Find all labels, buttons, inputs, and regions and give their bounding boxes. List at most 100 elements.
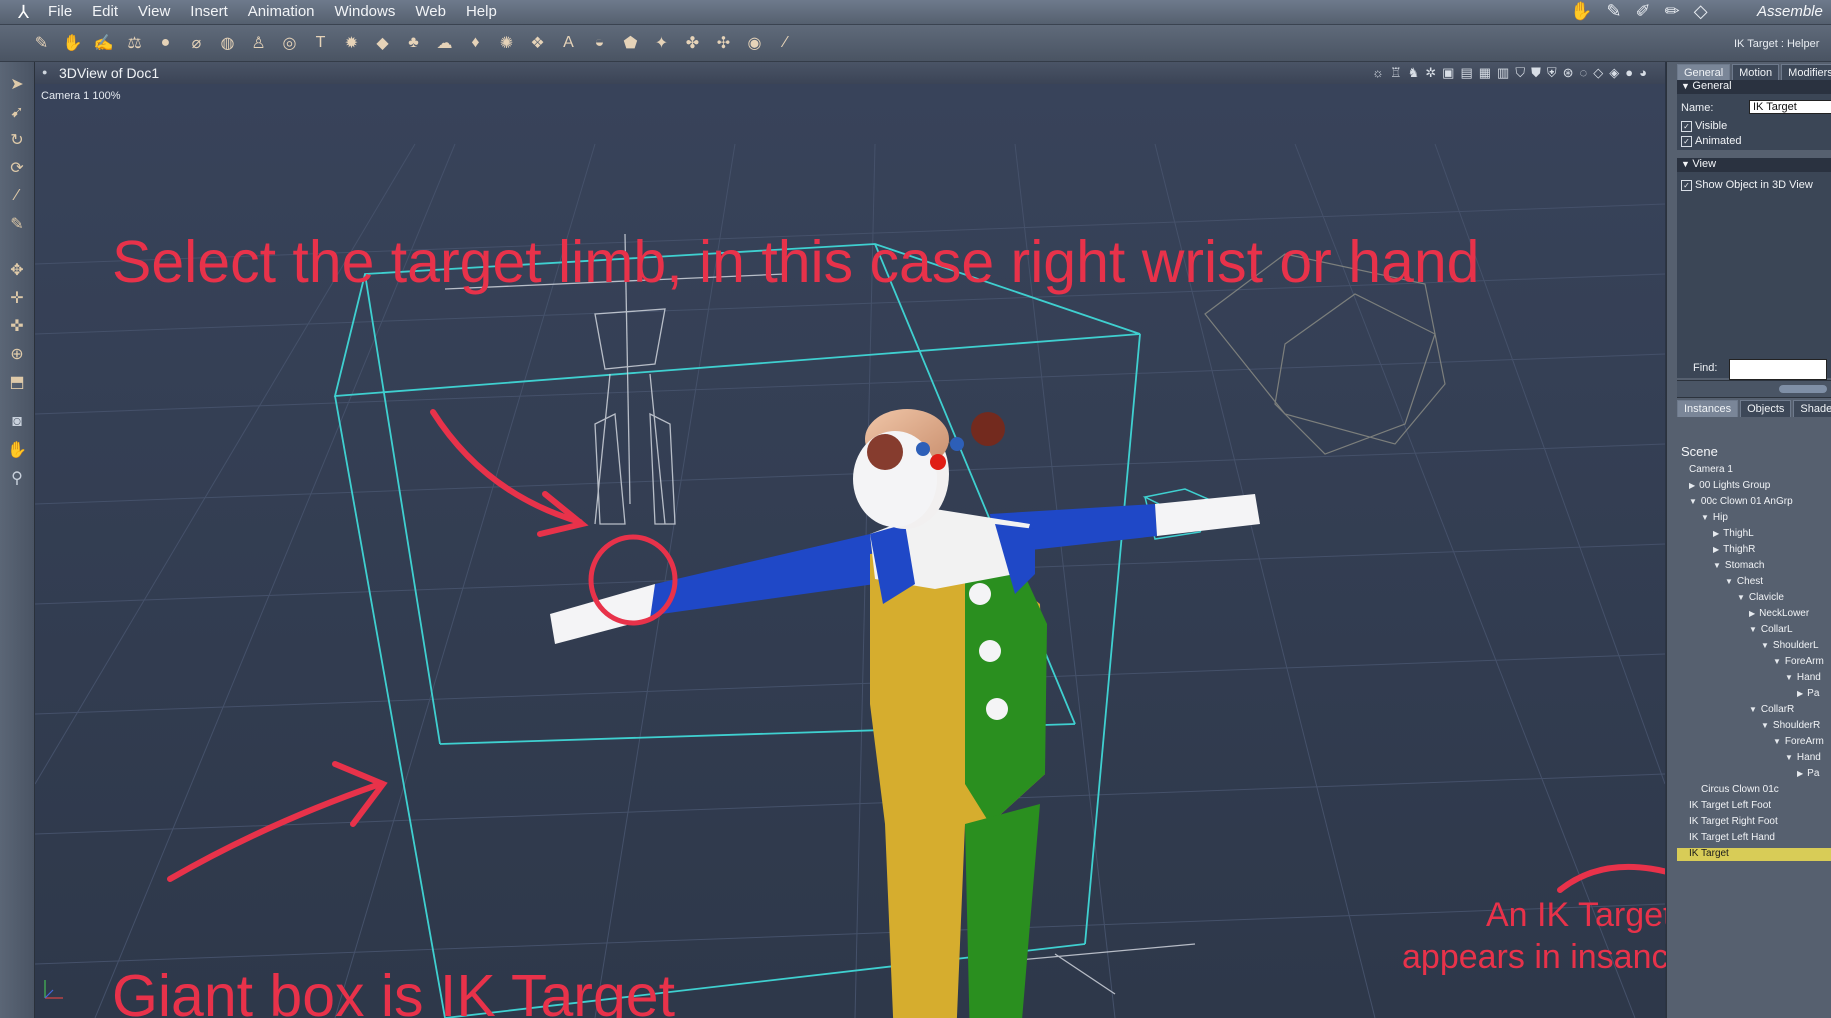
camera-icon[interactable]: ◙ <box>5 410 29 434</box>
menu-animation[interactable]: Animation <box>248 3 315 20</box>
mesh-icon[interactable]: ✺ <box>495 31 518 54</box>
expanded-triangle-icon[interactable]: ▼ <box>1701 513 1709 522</box>
tree-item[interactable]: ▶ ThighR <box>1677 544 1831 557</box>
expanded-triangle-icon[interactable]: ▼ <box>1737 593 1745 602</box>
globe-icon[interactable]: ◍ <box>216 31 239 54</box>
bowl-icon[interactable]: ◒ <box>588 31 611 54</box>
expanded-triangle-icon[interactable]: ▼ <box>1785 673 1793 682</box>
menu-windows[interactable]: Windows <box>335 3 396 20</box>
find-input[interactable] <box>1729 359 1827 380</box>
shield1-icon[interactable]: ⛉ <box>1515 65 1525 81</box>
pan-hand-icon[interactable]: ✋ <box>5 438 29 462</box>
tree-item[interactable]: ▶ Pa <box>1677 688 1831 701</box>
tree-item[interactable]: ▼ Hand <box>1677 752 1831 765</box>
box-tool-icon[interactable]: ⬒ <box>5 370 29 394</box>
visible-checkbox[interactable]: ✓ Visible <box>1681 120 1727 132</box>
bend-icon[interactable]: ⁄ <box>5 184 29 208</box>
move-icon[interactable]: ✥ <box>5 258 29 282</box>
animated-checkbox[interactable]: ✓ Animated <box>1681 135 1741 147</box>
tree-item[interactable]: ▶ Pa <box>1677 768 1831 781</box>
cloud-icon[interactable]: ☁ <box>433 31 456 54</box>
rotate-icon[interactable]: ↻ <box>5 128 29 152</box>
sphere-icon[interactable]: ● <box>154 31 177 54</box>
menu-view[interactable]: View <box>138 3 170 20</box>
3d-scene[interactable] <box>35 84 1665 1018</box>
shield3-icon[interactable]: ⛨ <box>1547 65 1557 81</box>
wire-cube-icon[interactable]: ◇ <box>1593 65 1603 81</box>
scale-icon[interactable]: ⚖ <box>123 31 146 54</box>
render-icon[interactable]: ✲ <box>1425 65 1436 81</box>
tree-item[interactable]: Camera 1 <box>1677 464 1831 477</box>
bones-icon[interactable]: ✣ <box>712 31 735 54</box>
splitter-grip[interactable] <box>1779 385 1827 393</box>
tree-item[interactable]: ▼ CollarR <box>1677 704 1831 717</box>
tree-item[interactable]: ▼ Hand <box>1677 672 1831 685</box>
brush-icon[interactable]: ✎ <box>30 31 53 54</box>
tree-item[interactable]: IK Target Left Hand <box>1677 832 1831 845</box>
expanded-triangle-icon[interactable]: ▼ <box>1725 577 1733 586</box>
tab-instances[interactable]: Instances <box>1677 400 1739 417</box>
tree-item[interactable]: ▼ ShoulderR <box>1677 720 1831 733</box>
move-xy-icon[interactable]: ✛ <box>5 286 29 310</box>
light-icon[interactable]: ☼ <box>1372 65 1384 81</box>
menu-edit[interactable]: Edit <box>92 3 118 20</box>
agi-icon[interactable]: A <box>557 31 580 54</box>
studio-room-icon[interactable]: ✎ <box>1606 1 1621 22</box>
tab-general[interactable]: General <box>1677 64 1731 81</box>
3d-viewport[interactable]: ● 3DView of Doc1 ☼ ♖ ♞ ✲ ▣ ▤ ▦ ▥ ⛉ ⛊ ⛨ ⊛… <box>35 62 1665 1018</box>
select-bone-icon[interactable]: ➹ <box>5 100 29 124</box>
expanded-triangle-icon[interactable]: ▼ <box>1761 641 1769 650</box>
viewport-menu-dot-icon[interactable]: ● <box>42 67 47 77</box>
box-room-icon[interactable]: ◇ <box>1694 1 1708 22</box>
expanded-triangle-icon[interactable]: ▼ <box>1773 657 1781 666</box>
move-xz-icon[interactable]: ✜ <box>5 314 29 338</box>
menu-web[interactable]: Web <box>415 3 446 20</box>
tree-item[interactable]: Circus Clown 01c <box>1677 784 1831 797</box>
lamp-icon[interactable]: ♖ <box>1390 65 1402 81</box>
show-object-checkbox[interactable]: ✓ Show Object in 3D View <box>1681 179 1813 191</box>
expanded-triangle-icon[interactable]: ▼ <box>1749 625 1757 634</box>
textured-sphere-icon[interactable]: ◕ <box>1639 65 1647 81</box>
tree-item[interactable]: ▼ 00c Clown 01 AnGrp <box>1677 496 1831 509</box>
plant-icon[interactable]: ✤ <box>681 31 704 54</box>
tree-item[interactable]: ▼ ForeArm <box>1677 656 1831 669</box>
tree-item[interactable]: IK Target Right Foot <box>1677 816 1831 829</box>
hand-room-icon[interactable]: ✋ <box>1570 1 1592 22</box>
expanded-triangle-icon[interactable]: ▼ <box>1713 561 1721 570</box>
collapsed-triangle-icon[interactable]: ▶ <box>1713 545 1719 554</box>
tab-motion[interactable]: Motion <box>1732 64 1780 81</box>
tree-item[interactable]: ▶ ThighL <box>1677 528 1831 541</box>
gear-icon[interactable]: ✹ <box>340 31 363 54</box>
pin-icon[interactable]: ✦ <box>650 31 673 54</box>
general-section-header[interactable]: General <box>1677 80 1831 94</box>
tab-modifiers[interactable]: Modifiers <box>1781 64 1831 81</box>
menu-insert[interactable]: Insert <box>190 3 228 20</box>
expanded-triangle-icon[interactable]: ▼ <box>1761 721 1769 730</box>
select-arrow-icon[interactable]: ➤ <box>5 72 29 96</box>
plane-icon[interactable]: ◆ <box>371 31 394 54</box>
ring-icon[interactable]: ◉ <box>743 31 766 54</box>
tab-shaders[interactable]: Shaders <box>1793 400 1831 417</box>
surface-icon[interactable]: ❖ <box>526 31 549 54</box>
zoom-icon[interactable]: ⚲ <box>5 466 29 490</box>
dotted-sphere-icon[interactable]: ◌ <box>1580 65 1588 81</box>
tree-item[interactable]: ▼ Chest <box>1677 576 1831 589</box>
axis-icon[interactable]: ⊛ <box>1563 65 1574 81</box>
layout-grid-icon[interactable]: ▥ <box>1497 65 1509 81</box>
shaded-cube-icon[interactable]: ◈ <box>1609 65 1619 81</box>
white-sphere-icon[interactable]: ● <box>1625 65 1633 81</box>
tree-item[interactable]: IK Target <box>1677 848 1831 861</box>
view-section-header[interactable]: View <box>1677 158 1831 172</box>
expanded-triangle-icon[interactable]: ▼ <box>1749 705 1757 714</box>
tree-item[interactable]: ▼ Clavicle <box>1677 592 1831 605</box>
scale-tool-icon[interactable]: ✎ <box>5 212 29 236</box>
text-icon[interactable]: T <box>309 31 332 54</box>
tree-item[interactable]: ▶ 00 Lights Group <box>1677 480 1831 493</box>
pencil-room-icon[interactable]: ✏ <box>1665 1 1680 22</box>
collapsed-triangle-icon[interactable]: ▶ <box>1713 529 1719 538</box>
collapsed-triangle-icon[interactable]: ▶ <box>1689 481 1695 490</box>
cylinder-icon[interactable]: ⌀ <box>185 31 208 54</box>
layout-quad-icon[interactable]: ▦ <box>1479 65 1491 81</box>
layout-single-icon[interactable]: ▣ <box>1442 65 1454 81</box>
tree-item[interactable]: ▼ ForeArm <box>1677 736 1831 749</box>
